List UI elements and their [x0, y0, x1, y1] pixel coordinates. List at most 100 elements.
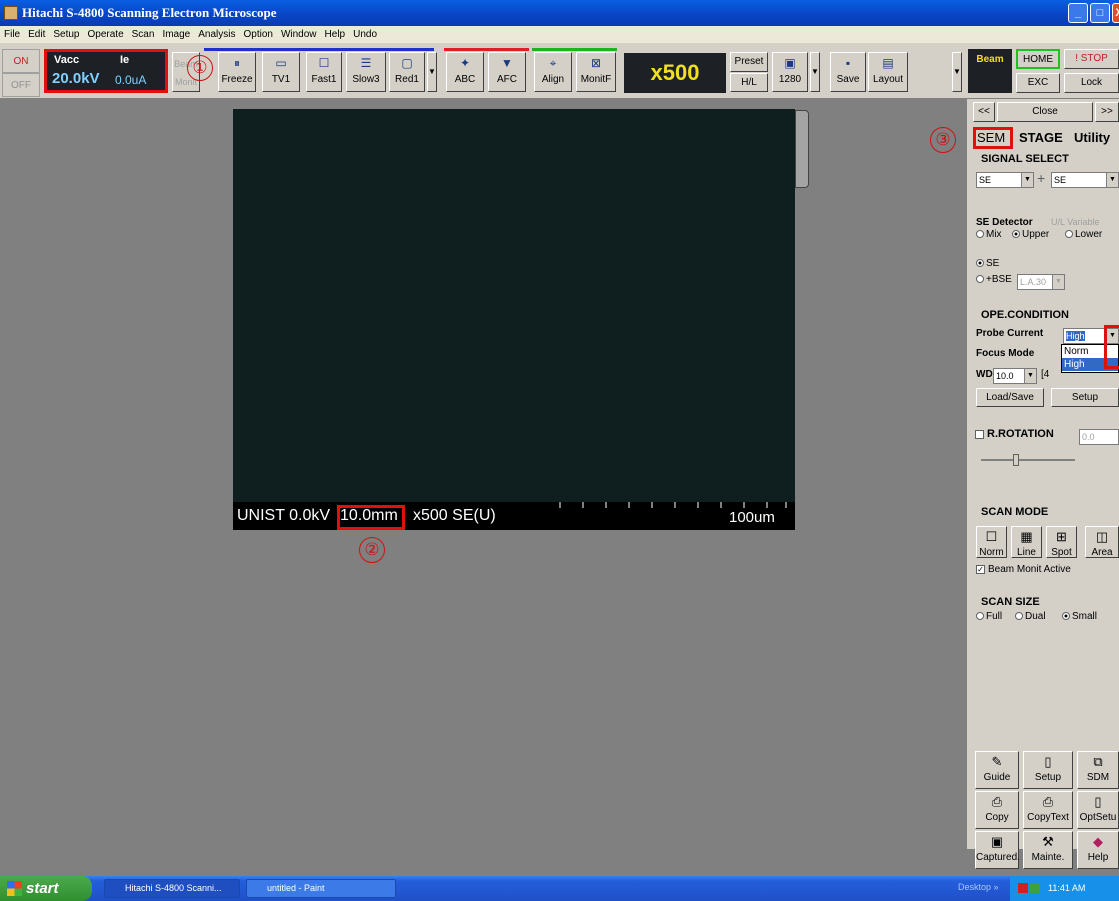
copytext-button[interactable]: ⎙ CopyText: [1023, 791, 1073, 829]
panel-nav-right[interactable]: >>: [1095, 102, 1119, 122]
setup-button[interactable]: Setup: [1051, 388, 1119, 407]
signal-select-header: SIGNAL SELECT: [981, 153, 1069, 165]
scan-size-small[interactable]: Small: [1062, 611, 1097, 622]
image-side-scroll[interactable]: [795, 110, 809, 188]
red1-button[interactable]: ▢ Red1: [389, 52, 425, 92]
wrench-icon: ⚒: [1042, 834, 1054, 849]
beam-monit-active-checkbox[interactable]: ✓ Beam Monit Active: [976, 564, 1071, 575]
scan-size-full[interactable]: Full: [976, 611, 1002, 622]
rotation-value[interactable]: 0.0: [1079, 429, 1119, 445]
hv-on-button[interactable]: ON: [2, 49, 40, 73]
sem-image-screen[interactable]: [233, 109, 795, 502]
menu-window[interactable]: Window: [277, 26, 321, 43]
menu-image[interactable]: Image: [158, 26, 194, 43]
slow-scan-icon: ☰: [360, 56, 372, 70]
menu-bar: File Edit Setup Operate Scan Image Analysis Opt…: [0, 26, 1119, 43]
freeze-button[interactable]: ⏸ Freeze: [218, 52, 256, 92]
signal-right-select[interactable]: SE ▼: [1051, 172, 1119, 188]
desktop-toolbar-label[interactable]: Desktop »: [958, 882, 999, 892]
tray-icon-1[interactable]: [1018, 883, 1028, 893]
tray-icon-2[interactable]: [1030, 883, 1040, 893]
scan-mode-area[interactable]: ◫ Area: [1085, 526, 1119, 558]
mix-radio[interactable]: Mix: [976, 229, 1002, 240]
menu-analysis[interactable]: Analysis: [194, 26, 239, 43]
focus-mode-label: Focus Mode: [976, 348, 1035, 359]
beam-indicator: Beam: [968, 49, 1012, 93]
window-title: Hitachi S-4800 Scanning Electron Microsc…: [22, 5, 277, 20]
preset-button[interactable]: Preset: [730, 52, 768, 72]
menu-setup[interactable]: Setup: [49, 26, 83, 43]
layout-dropdown[interactable]: ▼: [952, 52, 962, 92]
lower-radio[interactable]: Lower: [1065, 229, 1102, 240]
panel-nav-left[interactable]: <<: [973, 102, 995, 122]
magnification-display[interactable]: x500: [624, 53, 726, 93]
home-button[interactable]: HOME: [1016, 49, 1060, 69]
scan-mode-line[interactable]: ▦ Line: [1011, 526, 1042, 558]
scan-dropdown[interactable]: ▼: [427, 52, 437, 92]
upper-radio[interactable]: Upper: [1012, 229, 1049, 240]
monitf-button[interactable]: ⊠ MonitF: [576, 52, 616, 92]
hl-button[interactable]: H/L: [730, 73, 768, 92]
exc-button[interactable]: EXC: [1016, 73, 1060, 93]
scan-mode-spot[interactable]: ⊞ Spot: [1046, 526, 1077, 558]
annotation-1: ①: [187, 55, 213, 81]
sdm-button[interactable]: ⧉ SDM: [1077, 751, 1119, 789]
guide-button[interactable]: ✎ Guide: [975, 751, 1019, 789]
afc-button[interactable]: ▼ AFC: [488, 52, 526, 92]
vacc-label: Vacc: [54, 54, 80, 66]
clock[interactable]: 11:41 AM: [1048, 876, 1085, 901]
lock-button[interactable]: Lock: [1064, 73, 1119, 93]
ie-label: Ie: [120, 54, 130, 66]
hv-off-button[interactable]: OFF: [2, 73, 40, 97]
task-paint[interactable]: untitled - Paint: [246, 879, 396, 898]
menu-operate[interactable]: Operate: [84, 26, 128, 43]
rotation-slider-thumb[interactable]: [1013, 454, 1019, 466]
tv1-button[interactable]: ▭ TV1: [262, 52, 300, 92]
rotation-slider-track[interactable]: [981, 459, 1075, 461]
align-button[interactable]: ⌖ Align: [534, 52, 572, 92]
resolution-dropdown[interactable]: ▼: [810, 52, 820, 92]
panel-close-button[interactable]: Close: [997, 102, 1093, 122]
help-button[interactable]: ◆ Help: [1077, 831, 1119, 869]
scan-size-header: SCAN SIZE: [981, 596, 1040, 608]
menu-edit[interactable]: Edit: [24, 26, 49, 43]
panel-setup-button[interactable]: ▯ Setup: [1023, 751, 1073, 789]
ul-variable-label: U/L Variable: [1051, 217, 1100, 227]
signal-left-select[interactable]: SE ▼: [976, 172, 1034, 188]
mainte-button[interactable]: ⚒ Mainte.: [1023, 831, 1073, 869]
ope-condition-header: OPE.CONDITION: [981, 309, 1070, 321]
tab-stage[interactable]: STAGE: [1019, 130, 1063, 145]
save-button[interactable]: ▪ Save: [830, 52, 866, 92]
scan-size-dual[interactable]: Dual: [1015, 611, 1046, 622]
pause-icon: ⏸: [233, 56, 240, 70]
menu-scan[interactable]: Scan: [128, 26, 159, 43]
la-select[interactable]: L.A.30 ▼: [1017, 274, 1065, 290]
menu-option[interactable]: Option: [239, 26, 276, 43]
rotation-checkbox[interactable]: R.ROTATION: [975, 428, 1054, 440]
menu-file[interactable]: File: [0, 26, 24, 43]
tab-utility[interactable]: Utility: [1074, 130, 1110, 145]
resolution-button[interactable]: ▣ 1280: [772, 52, 808, 92]
optsetup-button[interactable]: ▯ OptSetu: [1077, 791, 1119, 829]
minimize-button[interactable]: _: [1068, 3, 1088, 23]
layout-button[interactable]: ▤ Layout: [868, 52, 908, 92]
captured-button[interactable]: ▣ Captured.: [975, 831, 1020, 869]
menu-help[interactable]: Help: [321, 26, 350, 43]
menu-undo[interactable]: Undo: [349, 26, 381, 43]
start-button[interactable]: start: [0, 876, 92, 901]
fast1-button[interactable]: ☐ Fast1: [306, 52, 342, 92]
close-window-button[interactable]: X: [1112, 3, 1119, 23]
wd-select[interactable]: 10.0 ▼: [993, 368, 1037, 384]
operator-kv-label: UNIST 0.0kV: [237, 507, 331, 524]
load-save-button[interactable]: Load/Save: [976, 388, 1044, 407]
scan-mode-norm[interactable]: ☐ Norm: [976, 526, 1007, 558]
stop-button[interactable]: ! STOP: [1064, 49, 1119, 69]
slow3-button[interactable]: ☰ Slow3: [346, 52, 386, 92]
maximize-button[interactable]: □: [1090, 3, 1110, 23]
task-hitachi[interactable]: Hitachi S-4800 Scanni...: [104, 879, 240, 898]
abc-button[interactable]: ✦ ABC: [446, 52, 484, 92]
bse-radio[interactable]: +BSE: [976, 274, 1012, 285]
copy-button[interactable]: ⎙ Copy: [975, 791, 1019, 829]
se-radio[interactable]: SE: [976, 258, 999, 269]
highlight-wd: [337, 505, 405, 530]
